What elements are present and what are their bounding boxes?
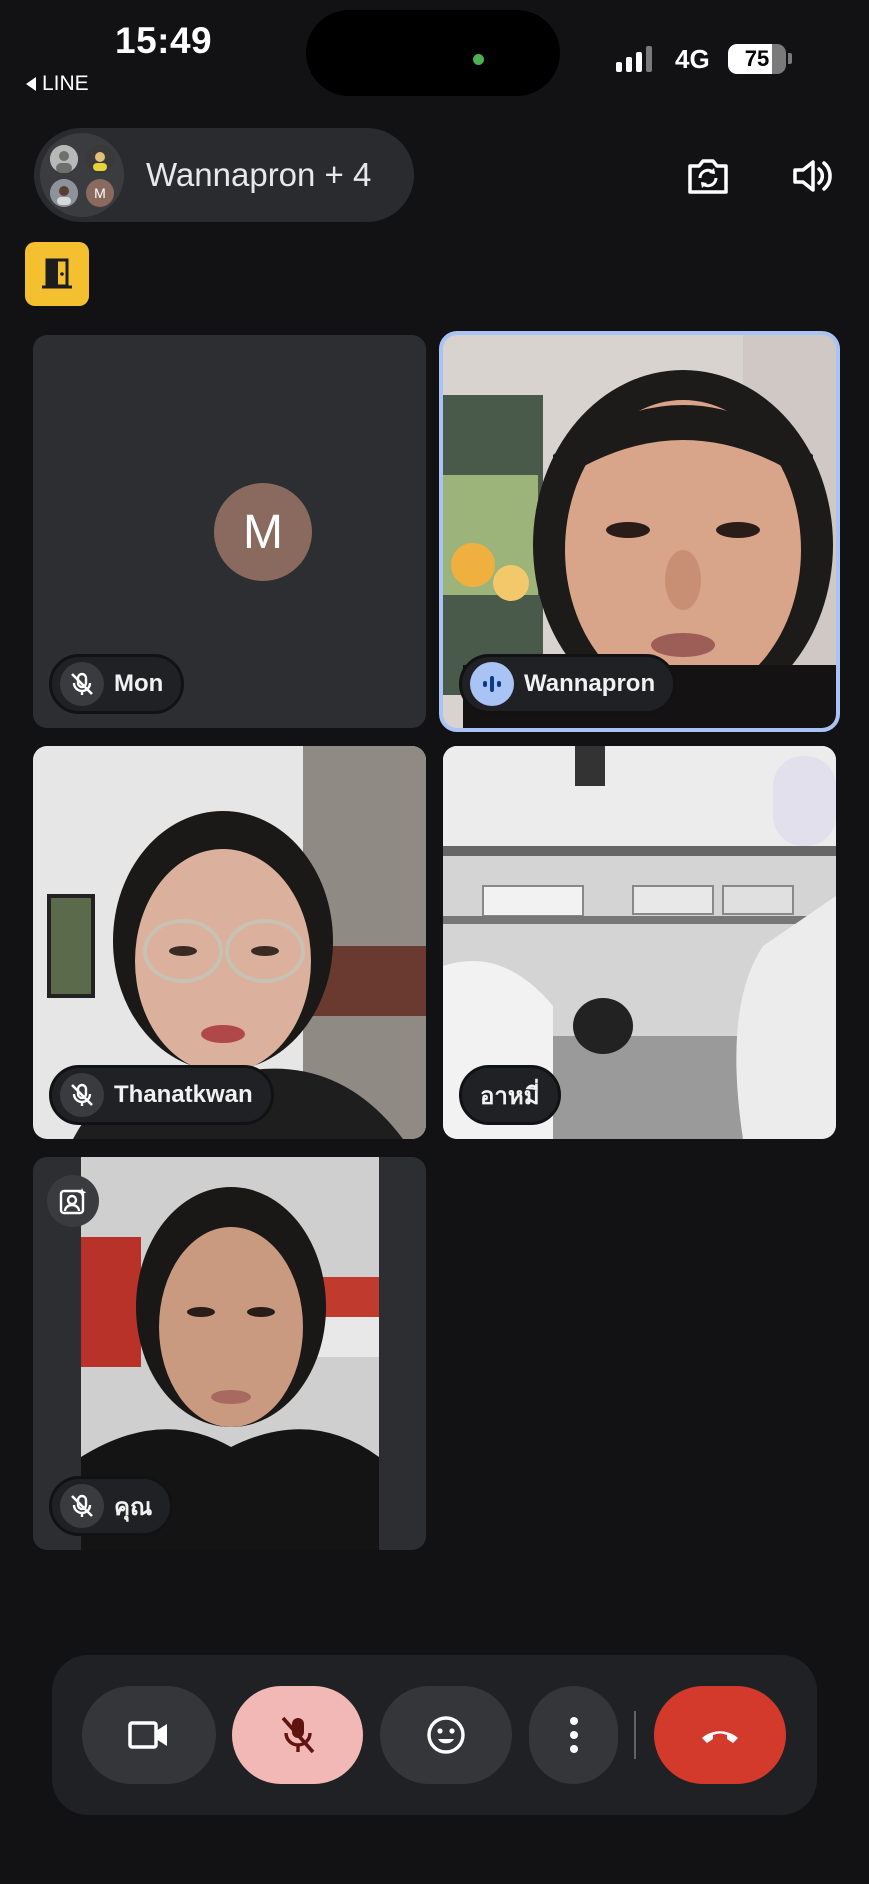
cellular-signal-icon bbox=[616, 46, 652, 72]
mic-off-icon bbox=[60, 1073, 104, 1117]
mic-toggle-button[interactable] bbox=[232, 1686, 363, 1784]
mic-off-icon bbox=[60, 1484, 104, 1528]
call-participants-pill[interactable]: M Wannapron + 4 bbox=[34, 128, 414, 222]
end-call-icon bbox=[702, 1731, 738, 1743]
participant-mini-avatar bbox=[50, 179, 78, 207]
participant-name: Mon bbox=[114, 670, 164, 697]
dynamic-island bbox=[306, 10, 560, 96]
participant-name-pill: คุณ bbox=[49, 1476, 174, 1536]
avatar: M bbox=[214, 483, 312, 581]
participant-name: Wannapron bbox=[524, 670, 656, 697]
status-time: 15:49 bbox=[115, 20, 213, 61]
participant-name: Thanatkwan bbox=[114, 1081, 253, 1108]
participant-mini-avatar bbox=[86, 145, 114, 173]
video-icon bbox=[128, 1721, 167, 1749]
portrait-effects-icon bbox=[59, 1188, 87, 1215]
camera-flip-icon bbox=[688, 159, 728, 194]
controls-divider bbox=[634, 1711, 636, 1759]
participant-mini-avatar-initial: M bbox=[86, 179, 114, 207]
call-title: Wannapron + 4 bbox=[146, 156, 372, 193]
more-vert-icon bbox=[569, 1717, 578, 1753]
participant-mini-avatar bbox=[50, 145, 78, 173]
participant-tile[interactable]: อาหมี่ bbox=[443, 746, 836, 1139]
participants-avatar-cluster: M bbox=[40, 133, 124, 217]
reactions-button[interactable] bbox=[380, 1686, 512, 1784]
participant-name: คุณ bbox=[114, 1493, 153, 1521]
battery-percent: 75 bbox=[744, 46, 770, 71]
mic-off-icon bbox=[281, 1716, 314, 1754]
participant-name: อาหมี่ bbox=[480, 1082, 540, 1110]
speaker-icon bbox=[793, 160, 832, 192]
more-options-button[interactable] bbox=[529, 1686, 618, 1784]
emoji-icon bbox=[427, 1716, 465, 1754]
battery-indicator: 75 bbox=[728, 44, 786, 74]
participant-tile[interactable]: M Mon bbox=[33, 335, 426, 728]
back-to-app-link[interactable]: LINE bbox=[26, 72, 89, 96]
participant-name-pill: Wannapron bbox=[459, 654, 677, 714]
mic-off-icon bbox=[60, 662, 104, 706]
self-view-tile[interactable]: คุณ bbox=[33, 1157, 426, 1550]
camera-flip-button[interactable] bbox=[680, 148, 736, 204]
participant-tile-active[interactable]: Wannapron bbox=[439, 331, 840, 732]
participant-tile[interactable]: Thanatkwan bbox=[33, 746, 426, 1139]
speaking-indicator-icon bbox=[470, 662, 514, 706]
effects-button[interactable] bbox=[47, 1175, 99, 1227]
leave-room-button[interactable] bbox=[25, 242, 89, 306]
speaker-button[interactable] bbox=[784, 148, 840, 204]
end-call-button[interactable] bbox=[654, 1686, 786, 1784]
camera-toggle-button[interactable] bbox=[82, 1686, 216, 1784]
battery-tip bbox=[788, 53, 792, 64]
participant-name-pill: Mon bbox=[49, 654, 185, 714]
back-app-label: LINE bbox=[42, 72, 89, 95]
participant-name-pill: อาหมี่ bbox=[459, 1065, 561, 1125]
back-triangle-icon bbox=[26, 77, 36, 91]
participant-name-pill: Thanatkwan bbox=[49, 1065, 274, 1125]
door-icon bbox=[42, 258, 72, 289]
call-controls-bar bbox=[52, 1655, 817, 1815]
camera-in-use-indicator bbox=[473, 54, 484, 65]
network-type: 4G bbox=[675, 44, 710, 74]
